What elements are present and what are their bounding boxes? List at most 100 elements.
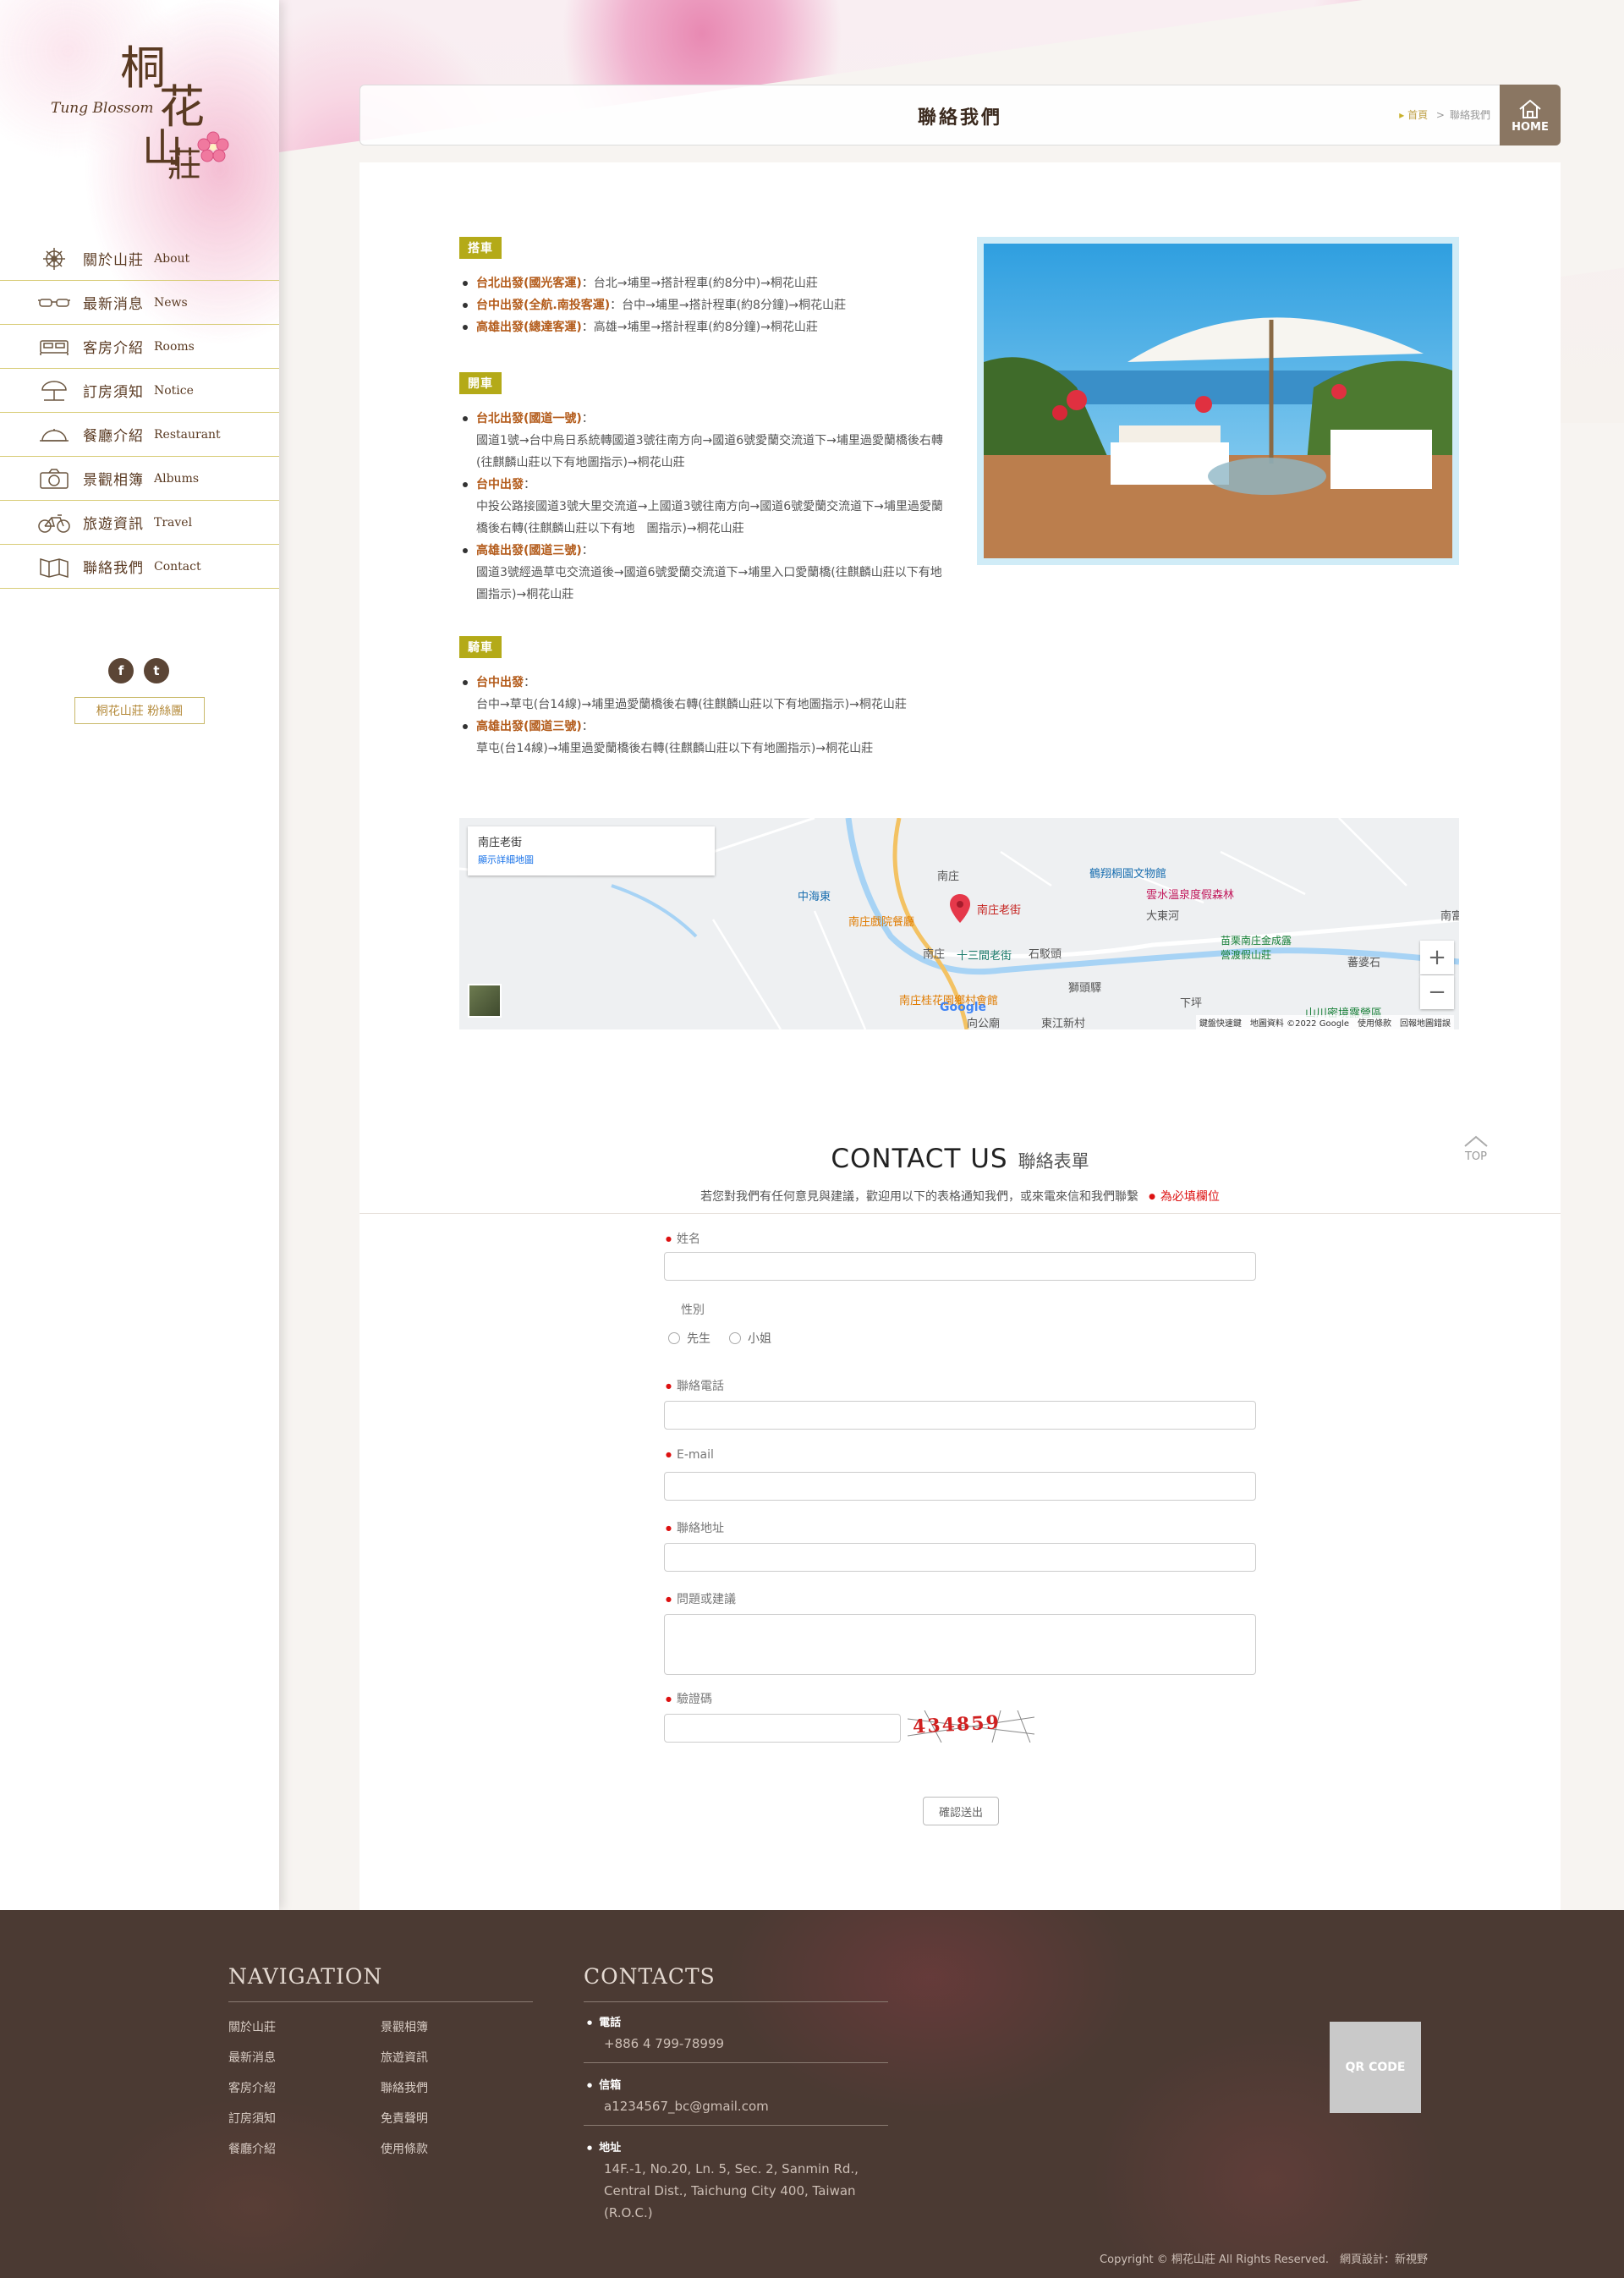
logo-english: Tung Blossom <box>51 100 154 117</box>
route-text: ： <box>524 478 535 491</box>
submit-button[interactable]: 確認送出 <box>923 1797 999 1825</box>
radio-icon <box>729 1332 741 1344</box>
map-label: 南庄老街 <box>977 904 1022 917</box>
phone-field[interactable] <box>664 1401 1256 1430</box>
sidebar-item-label-zh: 最新消息 <box>83 296 144 313</box>
cherry-flower-icon <box>197 131 229 162</box>
divider <box>584 2125 888 2126</box>
terrace-photo <box>977 237 1459 565</box>
contact-title-zh: 聯絡表單 <box>1018 1151 1089 1172</box>
map-label: 南庄 <box>923 948 946 961</box>
route-text: ：台北→埔里→搭計程車(約8分中)→桐花山莊 <box>581 277 818 290</box>
sidebar-item-restaurant[interactable]: 餐廳介紹 Restaurant <box>0 413 279 457</box>
sidebar-item-label-en: Notice <box>154 383 194 398</box>
footer-link[interactable]: 餐廳介紹 <box>228 2140 276 2157</box>
fan-page-button[interactable]: 桐花山莊 粉絲團 <box>74 697 205 724</box>
sidebar-item-label-en: Contact <box>154 559 201 574</box>
sidebar-item-label-en: Albums <box>154 471 200 486</box>
sidebar-item-notice[interactable]: 訂房須知 Notice <box>0 369 279 413</box>
breadcrumb-separator: > <box>1435 109 1445 121</box>
footer-link[interactable]: 訂房須知 <box>228 2110 276 2127</box>
phone-label: 聯絡電話 <box>666 1377 724 1394</box>
breadcrumb-home[interactable]: 首頁 <box>1407 109 1428 121</box>
google-logo: Google <box>940 1001 987 1014</box>
mail-label: 信箱 <box>587 2076 769 2092</box>
map-label: 南庄 <box>937 870 960 883</box>
address-line: Central Dist., Taichung City 400, Taiwan <box>604 2183 856 2198</box>
message-textarea[interactable] <box>664 1614 1256 1675</box>
sidebar-menu: 關於山莊 About 最新消息 News 客房介紹 Rooms 訂房須知 Not… <box>0 237 279 589</box>
phone-label: 電話 <box>587 2013 724 2029</box>
twitter-icon[interactable]: t <box>144 658 169 683</box>
footer-link[interactable]: 關於山莊 <box>228 2018 276 2035</box>
cloche-icon <box>40 428 69 442</box>
glasses-icon <box>38 298 70 307</box>
route-origin: 高雄出發(總達客運) <box>476 321 582 334</box>
map-detail-link[interactable]: 顯示詳細地圖 <box>478 853 705 866</box>
back-to-top-button[interactable]: TOP <box>1459 1135 1493 1174</box>
home-button[interactable]: HOME <box>1500 85 1561 145</box>
sidebar-item-contact[interactable]: 聯絡我們 Contact <box>0 545 279 589</box>
map-pin-icon[interactable] <box>950 894 970 923</box>
captcha-field[interactable] <box>664 1714 901 1743</box>
sidebar-item-label-en: Restaurant <box>154 427 221 442</box>
route-description: 國道1號→台中烏日系統轉國道3號往南方向→國道6號愛蘭交流道下→埔里過愛蘭橋後右… <box>476 434 943 469</box>
sidebar-item-about[interactable]: 關於山莊 About <box>0 237 279 281</box>
sidebar-item-travel[interactable]: 旅遊資訊 Travel <box>0 501 279 545</box>
route-description: 台中→草屯(台14線)→埔里過愛蘭橋後右轉(往麒麟山莊以下有地圖指示)→桐花山莊 <box>476 698 907 711</box>
map-footer: 鍵盤快速鍵 地圖資料 ©2022 Google 使用條款 回報地圖錯誤 <box>1195 1015 1454 1029</box>
name-field[interactable] <box>664 1252 1256 1281</box>
zoom-in-button[interactable]: + <box>1420 941 1454 974</box>
route-description: 草屯(台14線)→埔里過愛蘭橋後右轉(往麒麟山莊以下有地圖指示)→桐花山莊 <box>476 742 874 755</box>
gender-radio-female[interactable]: 小姐 <box>729 1330 771 1347</box>
map-label: 大東河 <box>1146 910 1180 923</box>
footer-link[interactable]: 聯絡我們 <box>381 2079 428 2096</box>
facebook-icon[interactable]: f <box>108 658 134 683</box>
divider <box>584 2001 888 2002</box>
route-text: ： <box>581 544 594 557</box>
sidebar-item-label-en: News <box>154 295 188 310</box>
gender-female-label: 小姐 <box>748 1332 771 1346</box>
gender-label: 性別 <box>681 1304 705 1317</box>
divider <box>228 2001 533 2002</box>
breadcrumb-arrow-icon: ▸ <box>1399 109 1408 121</box>
google-map[interactable]: 南庄老街 顯示詳細地圖 南庄老街 南庄 南庄戲院餐廳 南庄 十三間老街 石駁頭 … <box>459 818 1459 1029</box>
phone-value[interactable]: +886 4 799-78999 <box>587 2033 724 2055</box>
footer: NAVIGATION 關於山莊 最新消息 客房介紹 訂房須知 餐廳介紹 景觀相簿… <box>0 1910 1624 2278</box>
sidebar-item-label-zh: 客房介紹 <box>83 340 144 357</box>
footer-link[interactable]: 最新消息 <box>228 2049 276 2066</box>
route-origin: 台中出發(全航.南投客運) <box>476 299 611 312</box>
zoom-out-button[interactable]: − <box>1420 975 1454 1009</box>
address-field[interactable] <box>664 1543 1256 1572</box>
footer-phone: 電話 +886 4 799-78999 <box>587 2013 724 2055</box>
map-label: 蕃婆石 <box>1347 957 1381 969</box>
page-header-bar: 聯絡我們 ▸ 首頁 > 聯絡我們 HOME <box>359 85 1561 145</box>
captcha-code: 434859 <box>912 1711 1001 1738</box>
sidebar: 桐 花 山 莊 Tung Blossom 關於山莊 About 最新消息 New… <box>0 0 279 1910</box>
mail-value[interactable]: a1234567_bc@gmail.com <box>587 2095 769 2117</box>
footer-link[interactable]: 客房介紹 <box>228 2079 276 2096</box>
list-item: 台中出發： 中投公路接國道3號大里交流道→上國道3號往南方向→國道6號愛蘭交流道下… <box>459 474 950 540</box>
radio-icon <box>668 1332 680 1344</box>
email-field[interactable] <box>664 1472 1256 1501</box>
sidebar-item-label-zh: 聯絡我們 <box>83 560 144 577</box>
route-text: ：高雄→埔里→搭計程車(約8分鐘)→桐花山莊 <box>581 321 818 334</box>
route-origin: 高雄出發(國道三號) <box>476 720 582 733</box>
sidebar-item-albums[interactable]: 景觀相簿 Albums <box>0 457 279 501</box>
logo[interactable]: 桐 花 山 莊 Tung Blossom <box>42 30 245 217</box>
chevron-up-icon <box>1464 1135 1488 1147</box>
satellite-toggle[interactable] <box>468 984 502 1018</box>
sidebar-item-rooms[interactable]: 客房介紹 Rooms <box>0 325 279 369</box>
footer-link[interactable]: 景觀相簿 <box>381 2018 428 2035</box>
map-label: 獅頭驛 <box>1068 982 1102 995</box>
breadcrumb: ▸ 首頁 > 聯絡我們 <box>1399 107 1490 122</box>
footer-link[interactable]: 使用條款 <box>381 2140 428 2157</box>
top-label: TOP <box>1464 1150 1487 1163</box>
sidebar-item-news[interactable]: 最新消息 News <box>0 281 279 325</box>
gender-radio-male[interactable]: 先生 <box>668 1330 710 1347</box>
house-icon <box>1519 99 1541 118</box>
route-text: ： <box>524 676 535 689</box>
car-route-list: 台北出發(國道一號)： 國道1號→台中烏日系統轉國道3號往南方向→國道6號愛蘭交流… <box>459 408 950 606</box>
footer-link[interactable]: 旅遊資訊 <box>381 2049 428 2066</box>
footer-link[interactable]: 免責聲明 <box>381 2110 428 2127</box>
